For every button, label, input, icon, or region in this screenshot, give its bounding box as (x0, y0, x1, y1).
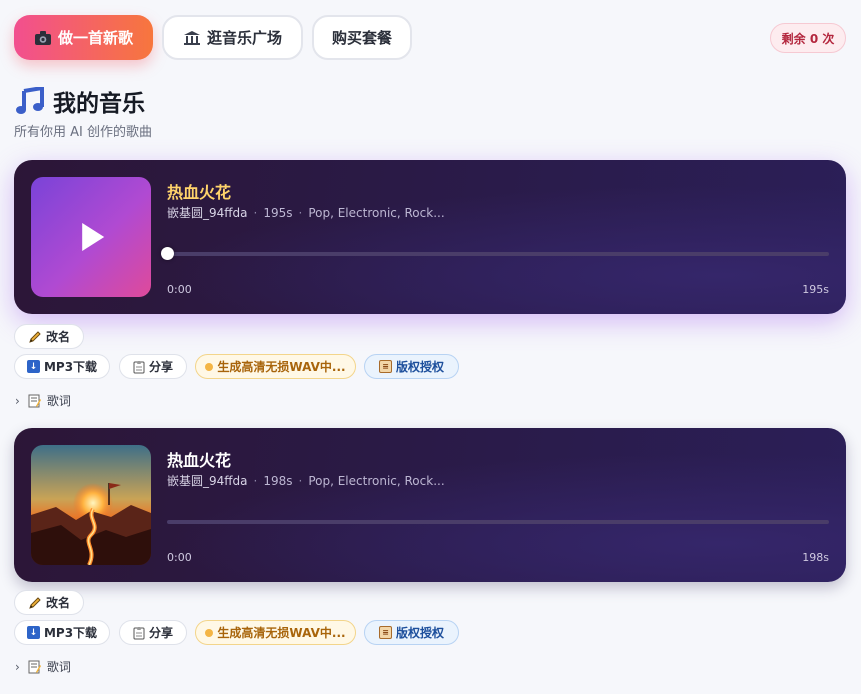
chevron-right-icon: › (15, 393, 20, 408)
lyrics-label: 歌词 (46, 394, 71, 408)
song-duration: 198s (263, 474, 293, 488)
music-note-icon (15, 87, 45, 115)
current-time: 0:00 (167, 283, 192, 296)
song-card: 热血火花 嵌基圆_94ffda · 195s · Pop, Electronic, Ro… (14, 160, 846, 314)
license-button[interactable]: ≡ 版权授权 (364, 354, 459, 379)
song-title: 热血火花 (167, 183, 232, 202)
wav-label: 生成高清无损WAV中... (217, 360, 346, 374)
song-title: 热血火花 (167, 451, 232, 470)
scroll-icon: ≡ (378, 360, 392, 373)
progress-track[interactable] (167, 520, 829, 524)
song-author: 嵌基圆_94ffda (167, 474, 248, 488)
current-time: 0:00 (167, 551, 192, 564)
song-card: 热血火花 嵌基圆_94ffda · 198s · Pop, Electronic, Ro… (14, 428, 846, 582)
song-duration: 195s (263, 206, 293, 220)
lyrics-toggle[interactable]: › 歌词 (15, 392, 71, 409)
download-icon: ↓ (26, 626, 40, 639)
mp3-download-button[interactable]: ↓ MP3下载 (14, 354, 110, 379)
page-title-text: 我的音乐 (53, 91, 145, 117)
make-song-label: 做一首新歌 (57, 29, 133, 47)
mp3-download-button[interactable]: ↓ MP3下载 (14, 620, 110, 645)
rename-button[interactable]: 改名 (14, 324, 84, 349)
memo-icon (28, 394, 42, 408)
license-label: 版权授权 (395, 360, 444, 374)
song-genres: Pop, Electronic, Rock... (308, 474, 445, 488)
camera-icon (34, 30, 52, 46)
share-button[interactable]: 分享 (119, 620, 187, 645)
progress-handle[interactable] (161, 247, 174, 260)
memo-icon (28, 660, 42, 674)
lyrics-toggle[interactable]: › 歌词 (15, 658, 71, 675)
page-subtitle: 所有你用 AI 创作的歌曲 (14, 125, 152, 140)
clipboard-icon (133, 626, 145, 640)
lyrics-label: 歌词 (46, 660, 71, 674)
download-icon: ↓ (26, 360, 40, 373)
rename-label: 改名 (45, 330, 70, 344)
cover-art-image (31, 445, 151, 565)
song-meta: 嵌基圆_94ffda · 198s · Pop, Electronic, Rock... (167, 474, 445, 488)
progress-track[interactable] (161, 247, 829, 260)
mp3-label: MP3下载 (43, 360, 98, 374)
song-author: 嵌基圆_94ffda (167, 206, 248, 220)
cover-image[interactable] (31, 445, 151, 565)
top-bar: 做一首新歌 逛音乐广场 购买套餐 剩余 0 次 (14, 15, 846, 61)
song-genres: Pop, Electronic, Rock... (308, 206, 445, 220)
scroll-icon: ≡ (378, 626, 392, 639)
wav-generating-button[interactable]: 生成高清无损WAV中... (195, 620, 356, 645)
music-plaza-button[interactable]: 逛音乐广场 (162, 15, 303, 60)
license-label: 版权授权 (395, 626, 444, 640)
rename-button[interactable]: 改名 (14, 590, 84, 615)
loading-dot-icon (205, 362, 214, 371)
chevron-right-icon: › (15, 659, 20, 674)
song-meta: 嵌基圆_94ffda · 195s · Pop, Electronic, Rock... (167, 206, 445, 220)
wav-generating-button[interactable]: 生成高清无损WAV中... (195, 354, 356, 379)
loading-dot-icon (205, 628, 214, 637)
wav-label: 生成高清无损WAV中... (217, 626, 346, 640)
share-button[interactable]: 分享 (119, 354, 187, 379)
pencil-icon (28, 330, 42, 344)
clipboard-icon (133, 360, 145, 374)
pencil-icon (28, 596, 42, 610)
mp3-label: MP3下载 (43, 626, 98, 640)
buy-plan-button[interactable]: 购买套餐 (312, 15, 412, 60)
share-label: 分享 (148, 360, 173, 374)
total-time: 198s (802, 551, 829, 564)
buy-plan-label: 购买套餐 (331, 29, 392, 47)
remaining-badge: 剩余 0 次 (770, 23, 846, 53)
cover-play-button[interactable] (31, 177, 151, 297)
total-time: 195s (802, 283, 829, 296)
page-title: 我的音乐 (15, 84, 145, 118)
license-button[interactable]: ≡ 版权授权 (364, 620, 459, 645)
play-icon (82, 223, 105, 251)
bank-icon (183, 30, 201, 46)
make-song-button[interactable]: 做一首新歌 (14, 15, 153, 60)
share-label: 分享 (148, 626, 173, 640)
rename-label: 改名 (45, 596, 70, 610)
music-plaza-label: 逛音乐广场 (206, 29, 282, 47)
